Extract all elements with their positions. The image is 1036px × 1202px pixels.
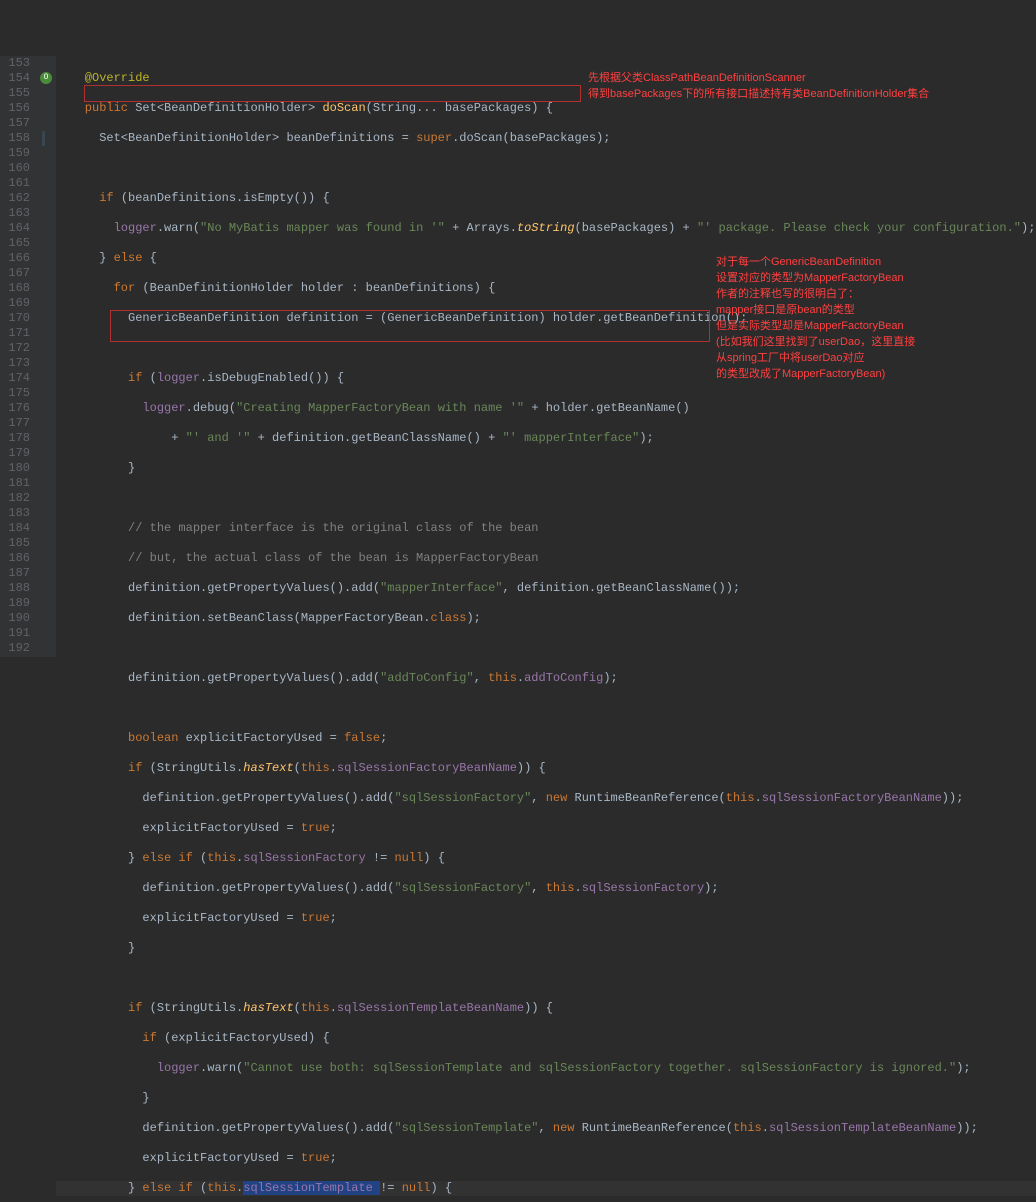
line-number: 192	[4, 641, 30, 656]
highlight-box-1	[84, 85, 581, 102]
code-line[interactable]: definition.getPropertyValues().add("mapp…	[56, 581, 1036, 596]
code-line[interactable]: }	[56, 461, 1036, 476]
line-number: 179	[4, 446, 30, 461]
line-number: 153	[4, 56, 30, 71]
code-line[interactable]: explicitFactoryUsed = true;	[56, 821, 1036, 836]
gutter-icons-column: O	[38, 56, 56, 657]
annotation-top: 先根据父类ClassPathBeanDefinitionScanner 得到ba…	[588, 70, 1036, 102]
code-line[interactable]: logger.warn("No MyBatis mapper was found…	[56, 221, 1036, 236]
line-number: 190	[4, 611, 30, 626]
line-number: 158	[4, 131, 30, 146]
line-number: 159	[4, 146, 30, 161]
line-number: 165	[4, 236, 30, 251]
code-line[interactable]: if (StringUtils.hasText(this.sqlSessionT…	[56, 1001, 1036, 1016]
line-number: 174	[4, 371, 30, 386]
code-line[interactable]: definition.getPropertyValues().add("sqlS…	[56, 881, 1036, 896]
line-number: 166	[4, 251, 30, 266]
line-number: 163	[4, 206, 30, 221]
line-number: 169	[4, 296, 30, 311]
code-line[interactable]: if (explicitFactoryUsed) {	[56, 1031, 1036, 1046]
code-line[interactable]: + "' and '" + definition.getBeanClassNam…	[56, 431, 1036, 446]
line-number: 187	[4, 566, 30, 581]
text-selection: sqlSessionTemplate	[243, 1181, 380, 1195]
code-line[interactable]: boolean explicitFactoryUsed = false;	[56, 731, 1036, 746]
line-number: 188	[4, 581, 30, 596]
line-number: 160	[4, 161, 30, 176]
line-number: 156	[4, 101, 30, 116]
line-number: 175	[4, 386, 30, 401]
line-number: 189	[4, 596, 30, 611]
code-line[interactable]: definition.getPropertyValues().add("addT…	[56, 671, 1036, 686]
line-number: 171	[4, 326, 30, 341]
line-number: 183	[4, 506, 30, 521]
line-number: 176	[4, 401, 30, 416]
code-line[interactable]: Set<BeanDefinitionHolder> beanDefinition…	[56, 131, 1036, 146]
line-number: 167	[4, 266, 30, 281]
code-line[interactable]: public Set<BeanDefinitionHolder> doScan(…	[56, 101, 1036, 116]
line-number: 181	[4, 476, 30, 491]
code-line[interactable]: }	[56, 1091, 1036, 1106]
code-line[interactable]: explicitFactoryUsed = true;	[56, 1151, 1036, 1166]
code-line[interactable]: // but, the actual class of the bean is …	[56, 551, 1036, 566]
code-line[interactable]: } else if (this.sqlSessionFactory != nul…	[56, 851, 1036, 866]
annotation-override: @Override	[56, 71, 150, 85]
code-line[interactable]: // the mapper interface is the original …	[56, 521, 1036, 536]
line-number: 154	[4, 71, 30, 86]
code-line[interactable]: }	[56, 941, 1036, 956]
code-line[interactable]: } else if (this.sqlSessionTemplate != nu…	[56, 1181, 1036, 1196]
code-line[interactable]: definition.getPropertyValues().add("sqlS…	[56, 1121, 1036, 1136]
line-number: 155	[4, 86, 30, 101]
code-line[interactable]: logger.warn("Cannot use both: sqlSession…	[56, 1061, 1036, 1076]
line-number: 173	[4, 356, 30, 371]
line-number: 177	[4, 416, 30, 431]
line-number: 186	[4, 551, 30, 566]
line-number: 184	[4, 521, 30, 536]
override-icon[interactable]: O	[40, 72, 52, 84]
code-line[interactable]: explicitFactoryUsed = true;	[56, 911, 1036, 926]
line-number: 162	[4, 191, 30, 206]
code-line[interactable]: if (StringUtils.hasText(this.sqlSessionF…	[56, 761, 1036, 776]
code-line[interactable]: if (beanDefinitions.isEmpty()) {	[56, 191, 1036, 206]
line-number: 161	[4, 176, 30, 191]
line-number: 172	[4, 341, 30, 356]
code-line[interactable]: logger.debug("Creating MapperFactoryBean…	[56, 401, 1036, 416]
line-number-gutter: 1531541551561571581591601611621631641651…	[0, 56, 38, 657]
line-number: 191	[4, 626, 30, 641]
code-line[interactable]: definition.getPropertyValues().add("sqlS…	[56, 791, 1036, 806]
change-marker-icon	[42, 131, 45, 146]
line-number: 182	[4, 491, 30, 506]
line-number: 157	[4, 116, 30, 131]
line-number: 168	[4, 281, 30, 296]
line-number: 180	[4, 461, 30, 476]
line-number: 178	[4, 431, 30, 446]
line-number: 185	[4, 536, 30, 551]
code-editor[interactable]: 1531541551561571581591601611621631641651…	[0, 56, 1036, 657]
annotation-mid: 对于每一个GenericBeanDefinition 设置对应的类型为Mappe…	[716, 254, 1036, 382]
line-number: 164	[4, 221, 30, 236]
code-line[interactable]: definition.setBeanClass(MapperFactoryBea…	[56, 611, 1036, 626]
code-text-area[interactable]: @Override public Set<BeanDefinitionHolde…	[56, 56, 1036, 657]
line-number: 170	[4, 311, 30, 326]
